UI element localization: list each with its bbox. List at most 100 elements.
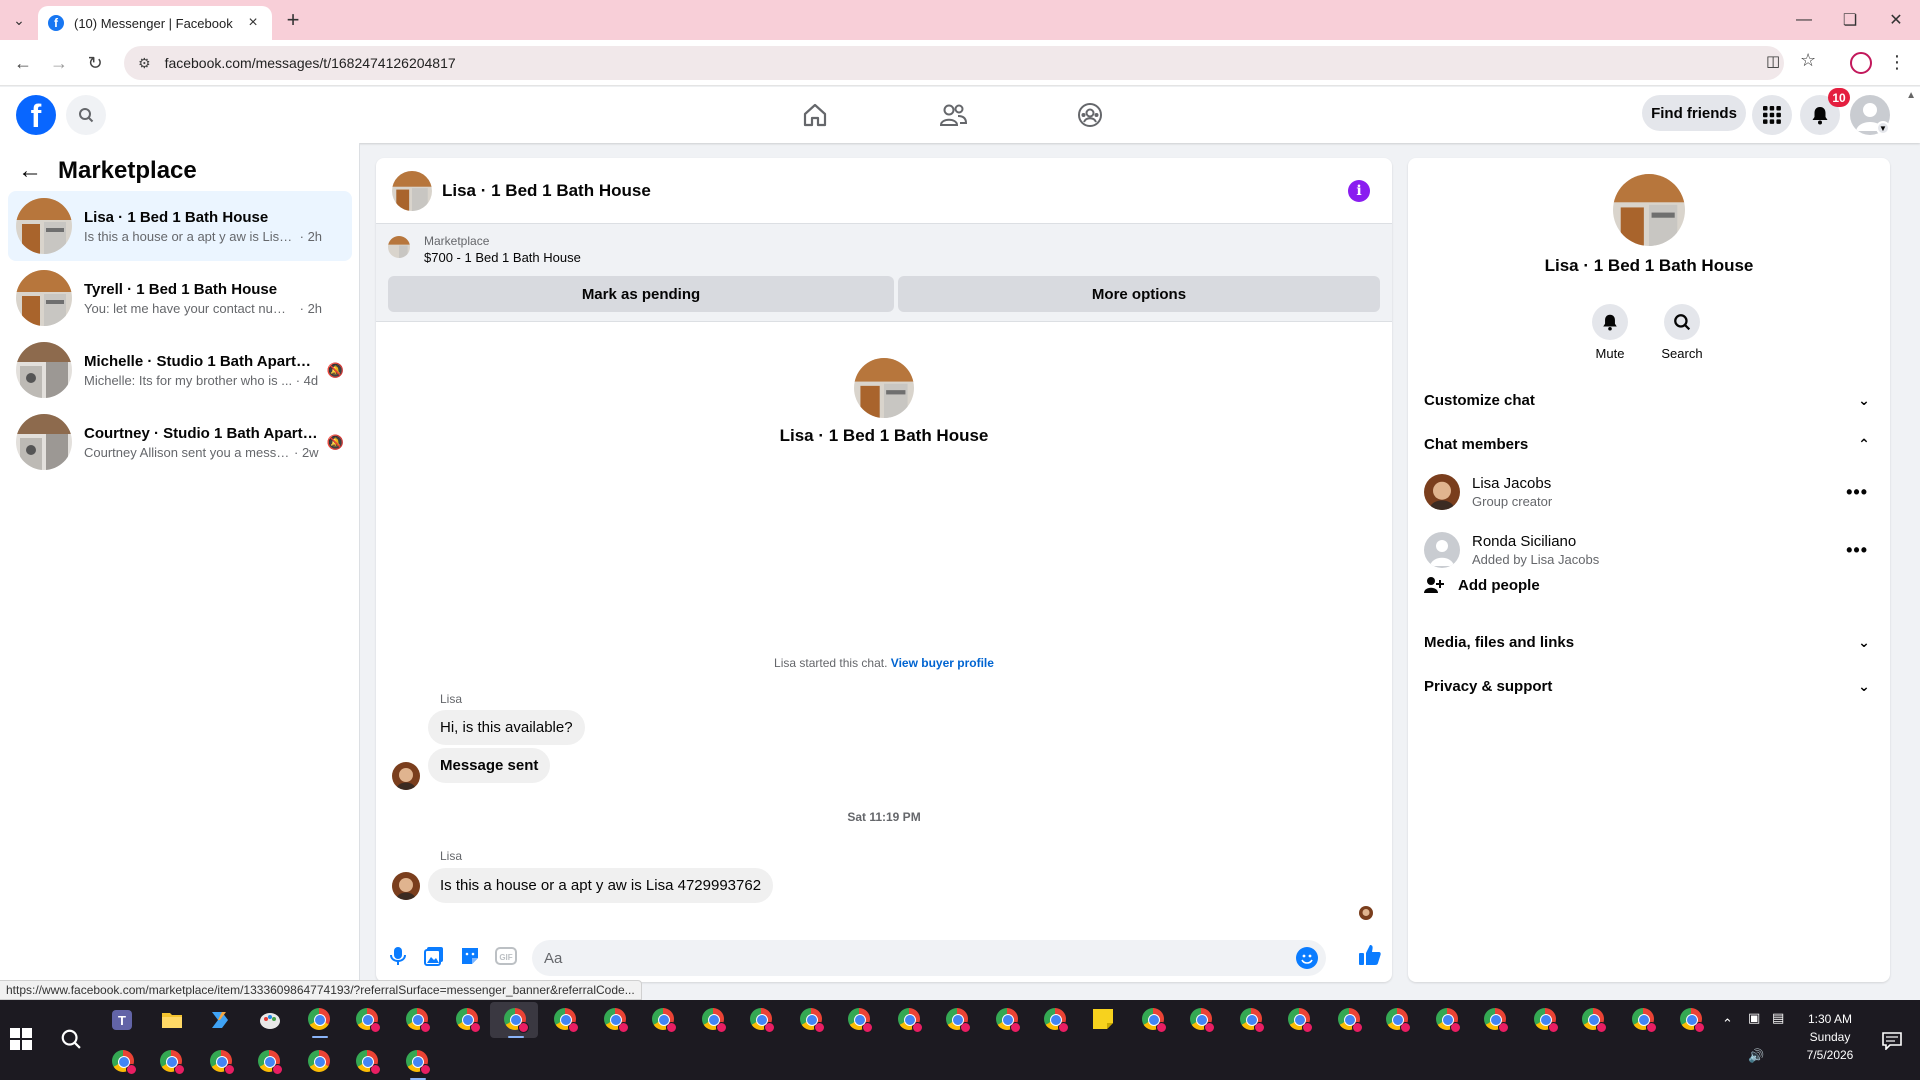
taskbar-search-icon[interactable] [60,1028,84,1052]
chrome-taskbar-icon[interactable] [406,1008,431,1033]
gif-button[interactable]: GIF [494,944,518,968]
chrome-taskbar-icon[interactable] [1484,1008,1509,1033]
find-friends-button[interactable]: Find friends [1642,95,1746,131]
chrome-taskbar-icon[interactable] [1288,1008,1313,1033]
chrome-taskbar-icon-active[interactable] [504,1008,529,1038]
chrome-taskbar-icon[interactable] [604,1008,629,1033]
attach-photo-button[interactable] [422,944,446,968]
facebook-search-button[interactable] [66,95,106,135]
chat-members-section[interactable]: Chat members ⌃ [1424,424,1874,464]
member-lisa-jacobs[interactable]: Lisa Jacobs Group creator ••• [1424,468,1874,516]
page-scroll-up-arrow-icon[interactable]: ▲ [1906,90,1916,101]
windows-start-icon[interactable] [10,1028,34,1052]
chrome-taskbar-icon[interactable] [1632,1008,1657,1033]
chrome-taskbar-icon[interactable] [112,1050,137,1075]
chrome-taskbar-icon[interactable] [308,1008,332,1038]
media-files-links-section[interactable]: Media, files and links ⌄ [1424,622,1874,662]
file-explorer-icon[interactable] [160,1008,184,1032]
site-info-icon[interactable]: ⚙ [138,55,151,72]
chrome-taskbar-icon[interactable] [996,1008,1021,1033]
teams-app-icon[interactable]: T [110,1008,134,1032]
restore-button[interactable]: ❏ [1838,8,1862,32]
chrome-taskbar-icon[interactable] [456,1008,481,1033]
mark-as-pending-button[interactable]: Mark as pending [388,276,894,312]
menu-grid-button[interactable] [1752,95,1792,135]
notification-center-icon[interactable] [1882,1032,1902,1053]
emoji-icon[interactable] [1296,947,1318,969]
reload-icon[interactable]: ↻ [82,50,108,76]
mute-button[interactable]: Mute [1580,304,1640,361]
more-options-icon[interactable]: ••• [1846,540,1868,561]
copilot-icon[interactable] [208,1008,232,1032]
chat-title[interactable]: Lisa · 1 Bed 1 Bath House [442,181,651,201]
chrome-taskbar-icon[interactable] [554,1008,579,1033]
browser-menu-icon[interactable]: ⋮ [1888,52,1906,73]
chrome-taskbar-icon[interactable] [1044,1008,1069,1033]
chrome-taskbar-icon[interactable] [1680,1008,1705,1033]
chrome-taskbar-icon[interactable] [210,1050,235,1075]
chrome-taskbar-icon[interactable] [1534,1008,1559,1033]
chrome-taskbar-icon[interactable] [1338,1008,1363,1033]
new-tab-button[interactable]: + [280,7,306,33]
lisa-avatar[interactable] [392,762,420,790]
more-options-button[interactable]: More options [898,276,1380,312]
back-arrow-icon[interactable]: ← [10,50,36,76]
friends-nav-button[interactable] [935,97,971,133]
conversation-item-courtney[interactable]: Courtney · Studio 1 Bath Apartm... Court… [8,407,352,477]
browser-tab-messenger[interactable]: f (10) Messenger | Facebook × [38,6,272,40]
chrome-taskbar-icon[interactable] [1142,1008,1167,1033]
message-input[interactable]: Aa [532,940,1326,976]
conversation-item-michelle[interactable]: Michelle · Studio 1 Bath Apartm... Miche… [8,335,352,405]
chat-avatar[interactable] [392,170,432,211]
facebook-logo[interactable]: f [16,95,56,135]
minimize-button[interactable]: — [1792,8,1816,32]
chrome-taskbar-icon[interactable] [258,1050,283,1075]
chrome-taskbar-icon[interactable] [1386,1008,1411,1033]
customize-chat-section[interactable]: Customize chat ⌄ [1424,380,1874,420]
message-bubble[interactable]: Is this a house or a apt y aw is Lisa 47… [428,868,774,903]
voice-clip-button[interactable] [386,944,410,968]
chrome-taskbar-icon[interactable] [848,1008,873,1033]
forward-arrow-icon[interactable]: → [46,50,72,76]
chrome-taskbar-icon[interactable] [1582,1008,1607,1033]
lisa-avatar[interactable] [392,872,420,900]
install-app-icon[interactable]: ◫ [1766,52,1780,70]
volume-icon[interactable]: 🔊 [1748,1048,1764,1064]
chrome-taskbar-icon[interactable] [652,1008,677,1033]
send-like-button[interactable] [1358,943,1382,967]
network-icon[interactable]: ▤ [1772,1010,1784,1026]
view-buyer-profile-link[interactable]: View buyer profile [891,656,994,670]
chat-profile-avatar[interactable] [1613,174,1685,246]
member-ronda-siciliano[interactable]: Ronda Siciliano Added by Lisa Jacobs ••• [1424,526,1874,574]
chrome-taskbar-icon[interactable] [750,1008,775,1033]
info-icon[interactable]: i [1348,180,1370,202]
sticky-notes-icon[interactable] [1092,1008,1116,1032]
more-options-icon[interactable]: ••• [1846,482,1868,503]
chrome-taskbar-icon[interactable] [356,1050,381,1075]
privacy-support-section[interactable]: Privacy & support ⌄ [1424,666,1874,706]
chrome-taskbar-icon[interactable] [1240,1008,1265,1033]
home-nav-button[interactable] [797,97,833,133]
taskbar-clock[interactable]: 1:30 AM Sunday 7/5/2026 [1790,1010,1870,1064]
bookmark-star-icon[interactable]: ☆ [1800,50,1816,71]
tab-close-icon[interactable]: × [244,14,262,32]
chrome-taskbar-icon[interactable] [1436,1008,1461,1033]
chrome-taskbar-icon[interactable] [406,1050,431,1080]
sticker-button[interactable] [458,944,482,968]
chrome-taskbar-icon[interactable] [898,1008,923,1033]
chrome-taskbar-icon[interactable] [800,1008,825,1033]
message-bubble[interactable]: Message sent [428,748,551,783]
chrome-taskbar-icon[interactable] [308,1050,332,1074]
chrome-taskbar-icon[interactable] [1190,1008,1215,1033]
message-bubble[interactable]: Hi, is this available? [428,710,585,745]
window-close-button[interactable]: ✕ [1884,8,1908,32]
account-chevron-icon[interactable]: ▼ [1876,121,1890,135]
search-in-chat-button[interactable]: Search [1652,304,1712,361]
back-arrow-icon[interactable]: ← [18,157,42,185]
chrome-taskbar-icon[interactable] [702,1008,727,1033]
add-people-button[interactable]: Add people [1424,576,1540,594]
conversation-item-lisa[interactable]: Lisa · 1 Bed 1 Bath House Is this a hous… [8,191,352,261]
chrome-taskbar-icon[interactable] [356,1008,381,1033]
paint-app-icon[interactable] [258,1008,282,1032]
marketplace-listing-banner[interactable]: Marketplace $700 - 1 Bed 1 Bath House Ma… [376,224,1392,322]
